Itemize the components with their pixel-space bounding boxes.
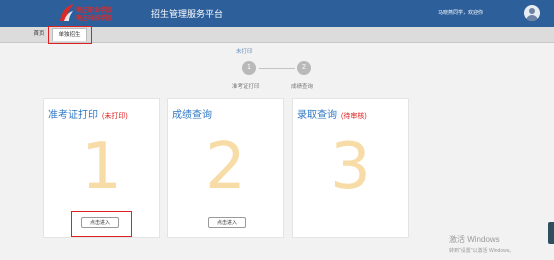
- step-connector: [259, 68, 295, 69]
- user-greeting: 马晓燕同学，欢迎你: [438, 10, 484, 16]
- top-header: 枣庄职业学院 枣庄科技学院 招生管理服务平台 马晓燕同学，欢迎你: [0, 0, 554, 27]
- side-panel-tab[interactable]: [548, 222, 554, 244]
- step-1-circle: 1: [242, 61, 256, 75]
- card-status-badge: (未打印): [102, 113, 128, 120]
- button-highlight-box: [71, 211, 132, 237]
- school-logo[interactable]: 枣庄职业学院 枣庄科技学院: [58, 2, 118, 24]
- step-2-circle: 2: [297, 61, 311, 75]
- card-admission-query: 录取查询 (待审核) 3: [292, 98, 409, 238]
- card-number: 3: [330, 130, 371, 204]
- user-avatar[interactable]: [524, 5, 540, 21]
- avatar-head: [529, 8, 535, 14]
- step-2-label: 成绩查询: [291, 84, 314, 90]
- card-title: 成绩查询: [172, 106, 212, 121]
- card-number: 2: [205, 130, 246, 204]
- card-title-text: 成绩查询: [172, 110, 212, 121]
- tab-highlight-box: [48, 26, 92, 44]
- card-title: 录取查询 (待审核): [297, 106, 367, 121]
- tab-home[interactable]: 首页: [28, 28, 50, 40]
- app-title: 招生管理服务平台: [151, 9, 224, 19]
- logo-text-line2: 枣庄科技学院: [76, 15, 113, 22]
- windows-activation-watermark: 激活 Windows 转到"设置"以激活 Windows。: [449, 234, 514, 254]
- card-title-text: 准考证打印: [48, 110, 98, 121]
- logo-emblem-icon: [60, 4, 74, 21]
- enter-button[interactable]: 点击进入: [208, 217, 246, 228]
- print-status-label: 未打印: [236, 49, 253, 55]
- watermark-line2: 转到"设置"以激活 Windows。: [449, 248, 515, 254]
- card-title: 准考证打印 (未打印): [48, 106, 128, 121]
- watermark-line1: 激活 Windows: [449, 235, 500, 244]
- card-number: 1: [81, 130, 122, 204]
- card-status-badge: (待审核): [341, 113, 367, 120]
- card-title-text: 录取查询: [297, 110, 337, 121]
- avatar-body: [526, 15, 538, 21]
- card-score-query: 成绩查询 2 点击进入: [167, 98, 284, 238]
- step-1-label: 准考证打印: [232, 84, 260, 90]
